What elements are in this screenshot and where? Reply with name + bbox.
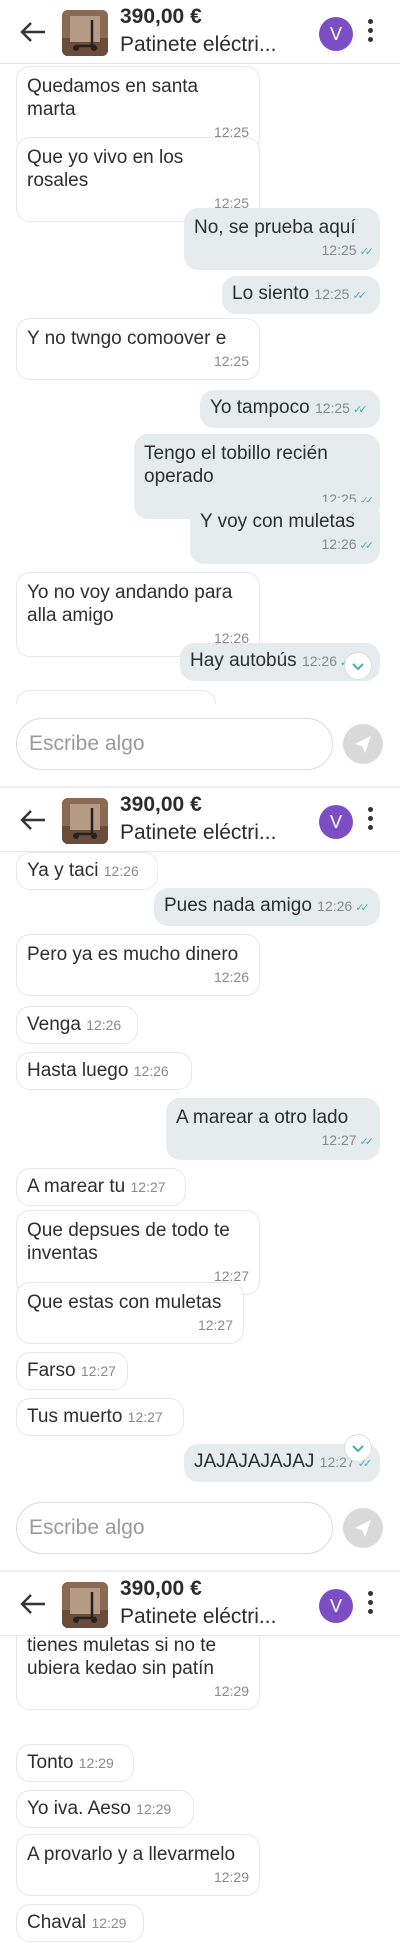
user-avatar[interactable]: V <box>319 805 353 839</box>
message-input[interactable]: Escribe algo <box>16 718 333 770</box>
message-incoming: Tus muerto 12:27 <box>16 1398 184 1436</box>
message-incoming: Ya y taci 12:26 <box>16 852 158 890</box>
message-outgoing: A marear a otro lado 12:27 ✓✓ <box>166 1098 380 1160</box>
message-list: Ya y taci 12:26 Pues nada amigo 12:26 ✓✓ … <box>0 852 400 1488</box>
chat-screenshot-3: 390,00 € Patinete eléctri... V Menos mal… <box>0 1572 400 1948</box>
chat-header: 390,00 € Patinete eléctri... V <box>0 1572 400 1636</box>
message-outgoing: Y voy con muletas 12:26 ✓✓ <box>190 502 380 564</box>
message-incoming: Farso 12:27 <box>16 1352 128 1390</box>
message-outgoing: Lo siento 12:25 ✓✓ <box>222 276 380 314</box>
arrow-left-icon[interactable] <box>20 20 46 44</box>
message-outgoing: Yo tampoco 12:25 ✓✓ <box>200 390 380 428</box>
user-avatar[interactable]: V <box>319 1589 353 1623</box>
message-incoming: Que estas con muletas 12:27 <box>16 1282 244 1344</box>
message-incoming: Y no twngo comoover e 12:25 <box>16 318 260 380</box>
product-title[interactable]: Patinete eléctri... <box>120 821 276 845</box>
chevron-down-icon[interactable] <box>344 1434 372 1462</box>
chat-screenshot-2: 390,00 € Patinete eléctri... V Ya y taci… <box>0 788 400 1568</box>
send-icon[interactable] <box>343 724 383 764</box>
message-incoming: Hasta luego 12:26 <box>16 1052 192 1090</box>
message-incoming: Yo iva. Aeso 12:29 <box>16 1790 194 1828</box>
kebab-menu-icon[interactable] <box>366 805 374 835</box>
product-price: 390,00 € <box>120 1577 202 1600</box>
user-avatar[interactable]: V <box>319 17 353 51</box>
kebab-menu-icon[interactable] <box>366 17 374 47</box>
product-price: 390,00 € <box>120 5 202 28</box>
message-incoming-partial <box>16 690 216 704</box>
chat-header: 390,00 € Patinete eléctri... V <box>0 788 400 852</box>
chevron-down-icon[interactable] <box>344 652 372 680</box>
message-incoming: Chaval 12:29 <box>16 1904 144 1942</box>
kebab-menu-icon[interactable] <box>366 1589 374 1619</box>
message-outgoing: No, se prueba aquí 12:25 ✓✓ <box>184 208 380 270</box>
message-composer: Escribe algo <box>0 704 400 784</box>
product-title[interactable]: Patinete eléctri... <box>120 33 276 57</box>
arrow-left-icon[interactable] <box>20 1592 46 1616</box>
message-incoming: Tonto 12:29 <box>16 1744 134 1782</box>
product-thumbnail[interactable] <box>62 10 108 56</box>
send-icon[interactable] <box>343 1508 383 1548</box>
product-title[interactable]: Patinete eléctri... <box>120 1605 276 1629</box>
message-incoming: A marear tu 12:27 <box>16 1168 186 1206</box>
message-incoming: Venga 12:26 <box>16 1006 138 1044</box>
product-thumbnail[interactable] <box>62 1582 108 1628</box>
message-list: Quedamos en santa marta 12:25 Que yo vivo… <box>0 0 400 704</box>
message-incoming: A provarlo y a llevarmelo 12:29 <box>16 1834 260 1896</box>
product-thumbnail[interactable] <box>62 798 108 844</box>
chat-screenshot-1: 390,00 € Patinete eléctri... V Quedamos … <box>0 0 400 784</box>
message-outgoing: Pues nada amigo 12:26 ✓✓ <box>154 888 380 926</box>
message-incoming: Pero ya es mucho dinero 12:26 <box>16 934 260 996</box>
product-price: 390,00 € <box>120 793 202 816</box>
message-input[interactable]: Escribe algo <box>16 1502 333 1554</box>
message-composer: Escribe algo <box>0 1488 400 1568</box>
chat-header: 390,00 € Patinete eléctri... V <box>0 0 400 64</box>
arrow-left-icon[interactable] <box>20 808 46 832</box>
message-list: Menos mal que estás que tienes muletas s… <box>0 1608 400 1948</box>
